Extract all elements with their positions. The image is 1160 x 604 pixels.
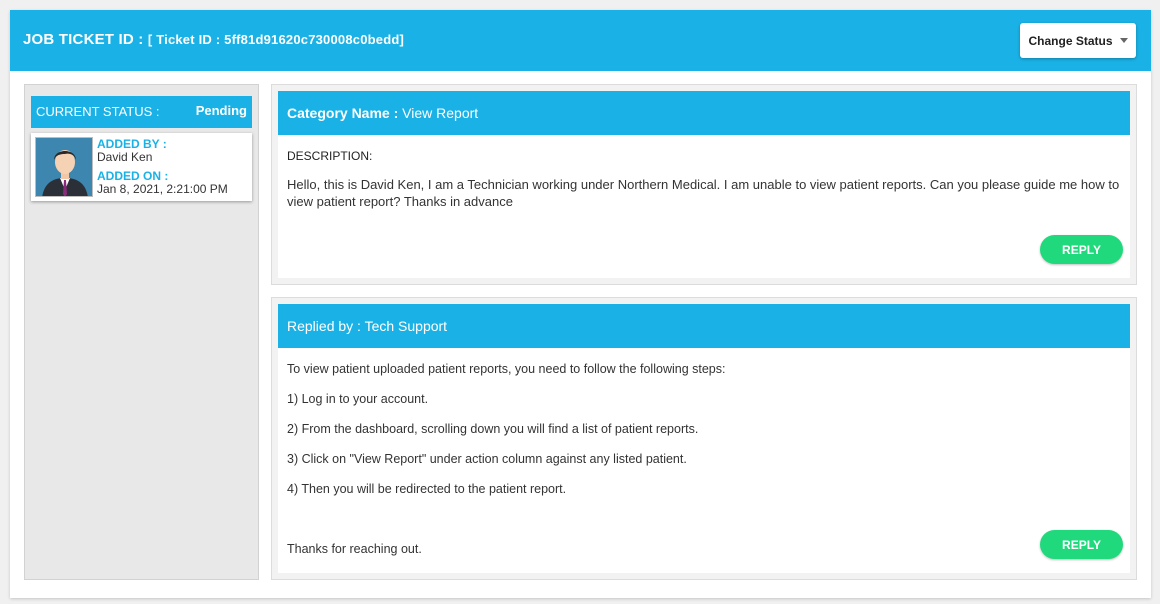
description-label: DESCRIPTION: (287, 149, 373, 163)
replied-by-header: Replied by : Tech Support (278, 304, 1130, 348)
reply-card-body: Replied by : Tech Support To view patien… (278, 304, 1130, 573)
category-label: Category Name : (287, 105, 399, 121)
page-title: JOB TICKET ID : [ Ticket ID : 5ff81d9162… (23, 31, 404, 48)
category-name: View Report (402, 105, 479, 121)
added-info: ADDED BY : David Ken ADDED ON : Jan 8, 2… (97, 138, 228, 202)
caret-down-icon (1119, 38, 1128, 43)
reply-button[interactable]: REPLY (1040, 530, 1123, 559)
status-panel: CURRENT STATUS : Pending ADDED BY : Davi… (24, 84, 259, 580)
reply-button[interactable]: REPLY (1040, 235, 1123, 264)
current-status-label: CURRENT STATUS : (36, 104, 160, 119)
added-on-date: Jan 8, 2021, 2:21:00 PM (97, 182, 228, 196)
reply-line: 4) Then you will be redirected to the pa… (287, 482, 567, 496)
user-avatar-icon (36, 138, 92, 196)
status-badge: Pending (195, 103, 247, 118)
avatar (35, 137, 93, 197)
ticket-card-body: Category Name : View Report DESCRIPTION:… (278, 91, 1130, 278)
current-status-bar: CURRENT STATUS : Pending (31, 96, 252, 128)
ticket-page: JOB TICKET ID : [ Ticket ID : 5ff81d9162… (10, 10, 1151, 598)
reply-line: 3) Click on "View Report" under action c… (287, 452, 687, 466)
category-title: Category Name : View Report (287, 105, 478, 121)
change-status-label: Change Status (1028, 33, 1113, 48)
replied-by-title: Replied by : Tech Support (287, 318, 448, 334)
reply-line: To view patient uploaded patient reports… (287, 362, 726, 376)
reply-line: 2) From the dashboard, scrolling down yo… (287, 422, 699, 436)
job-ticket-label: JOB TICKET ID : (23, 31, 144, 48)
ticket-id: [ Ticket ID : 5ff81d91620c730008c0bedd] (147, 32, 405, 47)
page-header: JOB TICKET ID : [ Ticket ID : 5ff81d9162… (10, 10, 1151, 71)
change-status-button[interactable]: Change Status (1020, 23, 1136, 58)
added-by-name: David Ken (97, 150, 153, 164)
reply-card: Replied by : Tech Support To view patien… (271, 297, 1137, 580)
reply-line: 1) Log in to your account. (287, 392, 429, 406)
description-text: Hello, this is David Ken, I am a Technic… (287, 177, 1120, 209)
category-header: Category Name : View Report (278, 91, 1130, 135)
reply-closing: Thanks for reaching out. (287, 542, 422, 556)
ticket-card: Category Name : View Report DESCRIPTION:… (271, 84, 1137, 285)
added-by-card: ADDED BY : David Ken ADDED ON : Jan 8, 2… (31, 133, 252, 201)
